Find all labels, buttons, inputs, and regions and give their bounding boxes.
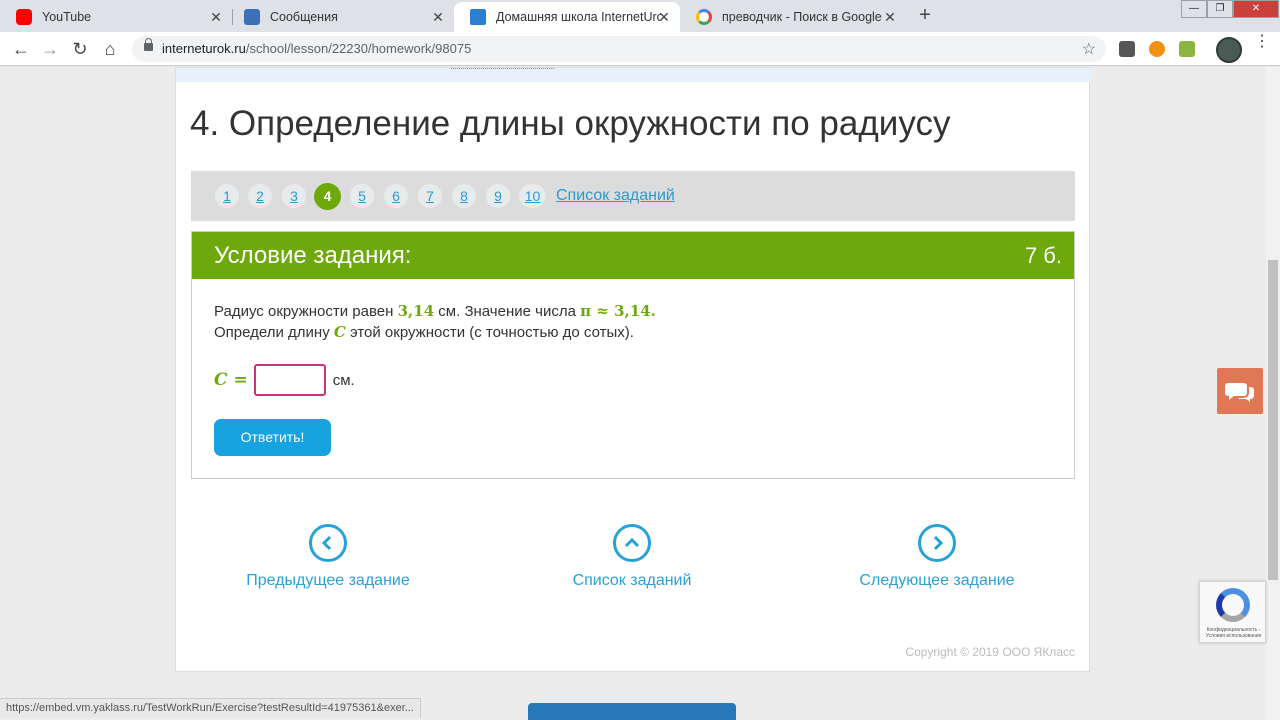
close-icon[interactable]: ✕ [430, 9, 446, 26]
youtube-icon [16, 9, 32, 25]
maximize-icon[interactable]: ❐ [1207, 0, 1233, 18]
task-heading: Условие задания: [214, 242, 412, 269]
bottom-panel-tab[interactable] [528, 703, 736, 720]
chevron-right-icon [918, 524, 956, 562]
task-pager: 1 2 3 4 5 6 7 8 9 10 Список заданий [191, 171, 1075, 221]
minimize-icon[interactable]: — [1181, 0, 1207, 18]
page-link-3[interactable]: 3 [282, 184, 306, 208]
status-url: https://embed.vm.yaklass.ru/TestWorkRun/… [0, 698, 421, 718]
bookmark-star-icon[interactable]: ☆ [1082, 39, 1096, 59]
tab-label: YouTube [42, 10, 92, 24]
recaptcha-logo-icon [1216, 588, 1250, 622]
breadcrumb-strip [176, 68, 1091, 82]
task-list-nav-link[interactable]: Список заданий [532, 524, 732, 590]
radius-value: 3,14 [397, 302, 435, 320]
profile-avatar[interactable] [1216, 37, 1242, 63]
close-icon[interactable]: ✕ [208, 9, 224, 26]
extension-puzzle-icon[interactable] [1179, 41, 1195, 57]
chat-button[interactable] [1217, 368, 1263, 414]
tab-google[interactable]: преводчик - Поиск в Google ✕ [680, 2, 906, 32]
tab-label: Домашняя школа InternetUrok.r [496, 10, 661, 24]
copyright-text: Copyright © 2019 ООО ЯКласс [905, 645, 1075, 659]
chevron-left-icon [309, 524, 347, 562]
page-link-9[interactable]: 9 [486, 184, 510, 208]
address-bar[interactable]: interneturok.ru/school/lesson/22230/home… [132, 36, 1106, 62]
page-link-1[interactable]: 1 [215, 184, 239, 208]
extension-play-icon[interactable] [1149, 41, 1165, 57]
page-link-4-current[interactable]: 4 [314, 183, 341, 210]
submit-answer-button[interactable]: Ответить! [214, 419, 331, 456]
back-arrow-icon[interactable]: ← [10, 38, 32, 60]
tab-messages[interactable]: Сообщения ✕ [228, 2, 454, 32]
tab-label: Сообщения [270, 10, 338, 24]
chat-bubbles-icon [1225, 383, 1254, 402]
url-text[interactable]: interneturok.ru/school/lesson/22230/home… [162, 41, 471, 56]
chevron-up-icon [613, 524, 651, 562]
task-statement: Радиус окружности равен 3,14 см. Значени… [214, 302, 656, 341]
forward-arrow-icon[interactable]: → [39, 38, 61, 60]
page-link-6[interactable]: 6 [384, 184, 408, 208]
close-icon[interactable]: ✕ [882, 9, 898, 26]
pi-expression: π ≈ 3,14. [580, 302, 656, 320]
internetur-icon [470, 9, 486, 25]
answer-input[interactable] [253, 364, 326, 396]
page-scrollbar[interactable] [1266, 67, 1280, 720]
next-task-link[interactable]: Следующее задание [837, 524, 1037, 590]
window-close-icon[interactable]: ✕ [1233, 0, 1279, 18]
task-list-link[interactable]: Список заданий [556, 187, 675, 205]
page-viewport: 4. Определение длины окружности по радиу… [0, 67, 1266, 720]
tab-internetur[interactable]: Домашняя школа InternetUrok.r ✕ [454, 2, 680, 32]
unit-label: см. [332, 371, 355, 389]
task-points: 7 б. [1024, 243, 1062, 268]
new-tab-plus-icon[interactable]: + [914, 4, 936, 26]
page-title: 4. Определение длины окружности по радиу… [190, 104, 951, 143]
messages-icon [244, 9, 260, 25]
tab-youtube[interactable]: YouTube ✕ [0, 2, 232, 32]
page-link-7[interactable]: 7 [418, 184, 442, 208]
page-link-5[interactable]: 5 [350, 184, 374, 208]
tab-strip: YouTube ✕ Сообщения ✕ Домашняя школа Int… [0, 0, 1280, 32]
prev-task-link[interactable]: Предыдущее задание [228, 524, 428, 590]
tab-label: преводчик - Поиск в Google [722, 10, 882, 24]
menu-dots-icon[interactable]: ⋮ [1254, 34, 1270, 50]
task-header: Условие задания: 7 б. [192, 232, 1074, 279]
c-symbol: C [333, 323, 346, 341]
scroll-thumb[interactable] [1268, 260, 1278, 580]
reload-icon[interactable]: ↻ [69, 38, 91, 60]
page-link-10[interactable]: 10 [519, 184, 546, 208]
answer-row: C = см. [214, 364, 355, 396]
extension-s-icon[interactable] [1119, 41, 1135, 57]
home-icon[interactable]: ⌂ [99, 38, 121, 60]
google-icon [696, 9, 712, 25]
close-icon[interactable]: ✕ [656, 9, 672, 26]
task-panel: Условие задания: 7 б. Радиус окружности … [191, 231, 1075, 479]
page-link-8[interactable]: 8 [452, 184, 476, 208]
answer-label: C = [214, 370, 248, 390]
recaptcha-terms[interactable]: Конфиденциальность - Условия использован… [1202, 627, 1265, 639]
browser-toolbar: ← → ↻ ⌂ interneturok.ru/school/lesson/22… [0, 32, 1280, 66]
lock-icon [144, 38, 153, 51]
lesson-card: 4. Определение длины окружности по радиу… [175, 67, 1091, 672]
recaptcha-badge[interactable]: Конфиденциальность - Условия использован… [1199, 581, 1266, 643]
page-link-2[interactable]: 2 [248, 184, 272, 208]
